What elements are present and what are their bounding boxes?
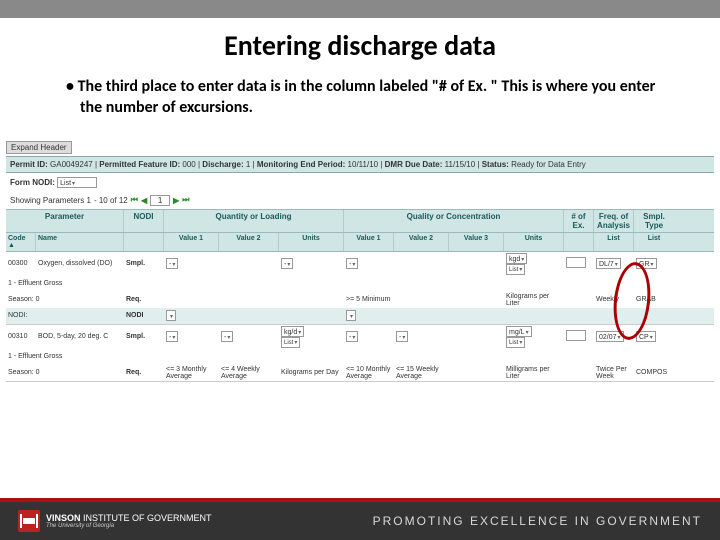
freq-select[interactable]: DL/7 bbox=[596, 258, 621, 269]
page-first-icon[interactable]: ⏮ bbox=[131, 195, 138, 205]
expand-header-button[interactable]: Expand Header bbox=[6, 141, 72, 154]
permit-info-bar: Permit ID: GA0049247 | Permitted Feature… bbox=[6, 156, 714, 173]
table-row: 00310 BOD, 5-day, 20 deg. C Smpl. - - kg… bbox=[6, 325, 714, 382]
vinson-logo: VINSON INSTITUTE OF GOVERNMENT The Unive… bbox=[18, 510, 212, 532]
qc-v1-select[interactable]: - bbox=[346, 258, 358, 269]
footer-tagline: PROMOTING EXCELLENCE IN GOVERNMENT bbox=[373, 514, 702, 528]
table-row: 00300 Oxygen, dissolved (DO) Smpl. - - -… bbox=[6, 252, 714, 325]
logo-icon bbox=[18, 510, 40, 532]
unit-select[interactable]: - bbox=[281, 258, 293, 269]
qty-v1-select[interactable]: - bbox=[166, 258, 178, 269]
screenshot-region: Expand Header Permit ID: GA0049247 | Per… bbox=[0, 139, 720, 382]
form-nodi-row: Form NODI: List bbox=[6, 173, 714, 192]
slide-top-bar bbox=[0, 0, 720, 18]
slide-bullet: The third place to enter data is in the … bbox=[80, 77, 660, 119]
footer-bar: VINSON INSTITUTE OF GOVERNMENT The Unive… bbox=[0, 502, 720, 540]
table-header-row: Parameter NODI Quantity or Loading Quali… bbox=[6, 209, 714, 233]
page-next-icon[interactable]: ▶ bbox=[173, 196, 179, 205]
num-ex-input[interactable] bbox=[566, 330, 586, 341]
page-input[interactable]: 1 bbox=[150, 195, 170, 206]
pagination-bar: Showing Parameters 1- 10 of 12 ⏮ ◀ 1 ▶ ⏭ bbox=[6, 192, 714, 209]
smpl-select[interactable]: GR bbox=[636, 258, 657, 269]
page-last-icon[interactable]: ⏭ bbox=[182, 195, 189, 205]
table-subheader-row: Code ▲ Name Value 1 Value 2 Units Value … bbox=[6, 233, 714, 252]
qc-unit-select[interactable]: kgd bbox=[506, 253, 527, 264]
num-ex-input[interactable] bbox=[566, 257, 586, 268]
slide-title: Entering discharge data bbox=[0, 28, 720, 63]
num-ex-header: # of Ex. bbox=[564, 210, 594, 232]
page-prev-icon[interactable]: ◀ bbox=[141, 196, 147, 205]
form-nodi-select[interactable]: List bbox=[57, 177, 97, 188]
